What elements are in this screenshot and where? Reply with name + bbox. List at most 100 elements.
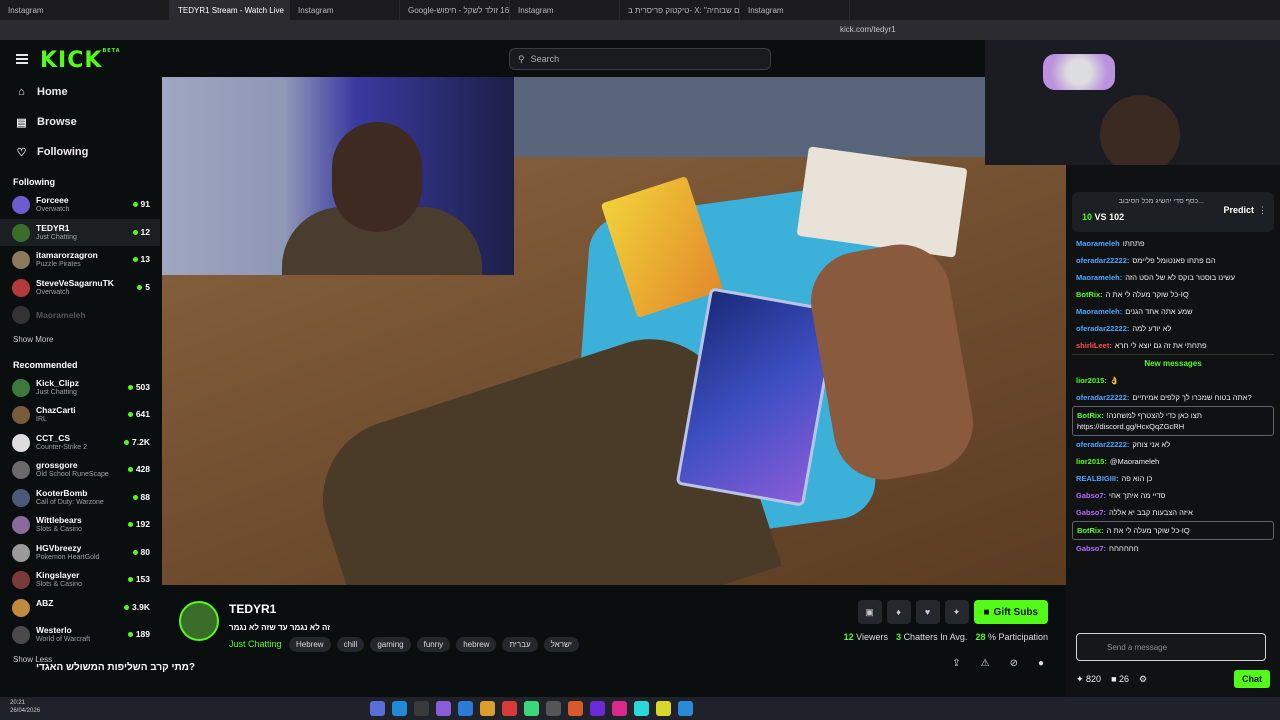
gift-subs-button[interactable]: ■ Gift Subs <box>973 600 1048 624</box>
recommended-channel[interactable]: Kingslayer Slots & Casino 153 <box>0 566 160 594</box>
browse-icon: ▤ <box>16 116 27 129</box>
app-icon[interactable] <box>370 701 385 716</box>
video-player[interactable] <box>162 77 1066 585</box>
recommended-channel[interactable]: Kick_Clipz Just Chatting 503 <box>0 374 160 402</box>
nav-following[interactable]: ♡ Following <box>0 137 160 167</box>
report-icon[interactable]: ⚠ <box>981 658 990 669</box>
os-taskbar: 20:21 26/04/2026 <box>0 697 1280 720</box>
user-icon[interactable]: ● <box>1038 658 1044 669</box>
app-icon[interactable] <box>634 701 649 716</box>
app-icon[interactable] <box>612 701 627 716</box>
avatar <box>12 251 30 269</box>
app-icon[interactable] <box>678 701 693 716</box>
bell-icon[interactable]: ♦ <box>886 600 911 624</box>
chat-message: Maorameleh: שמע אתה אחד הגנים <box>1076 307 1193 316</box>
following-channel[interactable]: itamarorzagron Puzzle Pirates 13 <box>0 246 160 274</box>
chat-messages: Maorameleh פתחתו oferadar22222: הם פתחו פא… <box>1072 235 1274 557</box>
browser-tab-active[interactable]: TEDYR1 Stream - Watch Live <box>170 0 290 20</box>
following-title: Following <box>13 177 55 187</box>
browser-tab[interactable]: Instagram <box>740 0 850 20</box>
tag[interactable]: ישראל <box>543 637 579 652</box>
app-icon[interactable] <box>458 701 473 716</box>
tag[interactable]: עברית <box>502 637 538 652</box>
following-channel[interactable]: SteveVeSagarnuTK Overwatch 5 <box>0 274 160 302</box>
tag[interactable]: gaming <box>370 637 411 652</box>
avatar <box>12 516 30 534</box>
tag[interactable]: funny <box>416 637 451 652</box>
following-channel-offline[interactable]: Maorameleh <box>0 301 160 329</box>
nav-browse[interactable]: ▤ Browse <box>0 107 160 137</box>
search-input[interactable]: ⚲ Search <box>509 48 771 70</box>
avatar <box>12 306 30 324</box>
avatar <box>12 543 30 562</box>
browser-tab-bar: Instagram TEDYR1 Stream - Watch Live Ins… <box>0 0 1280 20</box>
gift-counter[interactable]: ■ 26 <box>1111 674 1129 684</box>
recommended-channel[interactable]: HGVbreezy Pokemon HeartGold 80 <box>0 539 160 567</box>
chat-settings-icon[interactable]: ⚙ <box>1139 674 1147 685</box>
chat-panel: ...כסף סדי יהשיג מכל הסיבוב 10 VS 102 Pr… <box>1066 165 1280 697</box>
browser-tab[interactable]: טיקטוק פריסרית ב- X: "נודרים שבוחיה" <box>620 0 740 20</box>
app-icon[interactable] <box>480 701 495 716</box>
share-icon[interactable]: ⇪ <box>952 658 960 669</box>
recommended-channel[interactable]: Westerlo World of Warcraft 189 <box>0 621 160 649</box>
sparkle-icon[interactable]: ✦ <box>944 600 969 624</box>
tag[interactable]: hebrew <box>456 637 497 652</box>
browser-tab[interactable]: Instagram <box>0 0 170 20</box>
avatar <box>12 461 30 479</box>
app-icon[interactable] <box>590 701 605 716</box>
points-counter[interactable]: ✦ 820 <box>1076 674 1101 685</box>
chat-send-button[interactable]: Chat <box>1234 670 1270 688</box>
app-icon[interactable] <box>546 701 561 716</box>
clip-icon[interactable]: ▣ <box>857 600 882 624</box>
avatar <box>12 626 30 644</box>
kick-logo[interactable]: KICKBETA <box>40 48 121 73</box>
stream-category[interactable]: Just Chatting <box>229 639 282 649</box>
show-more-link[interactable]: Show More <box>0 329 160 350</box>
recommended-channel[interactable]: KooterBomb Call of Duty: Warzone 88 <box>0 484 160 512</box>
recommended-channel[interactable]: grossgore Old School RuneScape 428 <box>0 456 160 484</box>
browser-tab[interactable]: Instagram <box>290 0 400 20</box>
address-bar[interactable]: kick.com/tedyr1 <box>0 20 1280 40</box>
app-icon[interactable] <box>436 701 451 716</box>
app-icon[interactable] <box>568 701 583 716</box>
menu-icon[interactable] <box>16 54 28 64</box>
stream-info: TEDYR1 זה לא נגמר עד שזה לא נגמר Just Ch… <box>162 585 1066 697</box>
stream-actions: ▣ ♦ ♥ ✦ ■ Gift Subs <box>857 600 1048 624</box>
nav-home[interactable]: ⌂ Home <box>0 77 160 107</box>
heart-icon[interactable]: ♥ <box>915 600 940 624</box>
recommended-channel[interactable]: Wittlebears Slots & Casino 192 <box>0 511 160 539</box>
browser-tab[interactable]: Instagram <box>510 0 620 20</box>
tag[interactable]: chill <box>336 637 365 652</box>
streamer-name[interactable]: TEDYR1 <box>229 602 276 616</box>
predict-button[interactable]: Predict <box>1223 205 1254 215</box>
following-channel[interactable]: Forceee Overwatch 91 <box>0 191 160 219</box>
chat-input[interactable]: Send a message <box>1076 633 1266 661</box>
app-icon[interactable] <box>656 701 671 716</box>
chat-message: shirliLeet: פתחתי את זה גם יוצא לי חרא <box>1076 341 1207 350</box>
chat-message: oferadar22222: לא יודע למה <box>1076 324 1172 333</box>
taskbar-clock: 20:21 26/04/2026 <box>10 700 41 714</box>
chat-message: lior2015: @Maorameleh <box>1076 457 1160 466</box>
chat-message: Maorameleh פתחתו <box>1076 239 1145 248</box>
chat-message: Gabso7: סדיי מה איתך אחי <box>1076 491 1166 500</box>
app-icon[interactable] <box>414 701 429 716</box>
app-icon[interactable] <box>392 701 407 716</box>
webcam-person <box>1100 95 1180 165</box>
app-icon[interactable] <box>524 701 539 716</box>
following-channel[interactable]: TEDYR1 Just Chatting 12 <box>0 218 160 246</box>
tag[interactable]: Hebrew <box>289 637 331 652</box>
browser-tab[interactable]: Google-ב 160 זולד לשקל - חיפוש <box>400 0 510 20</box>
more-icon[interactable]: ⋮ <box>1258 205 1267 216</box>
recommended-channel[interactable]: ChazCarti IRL 641 <box>0 401 160 429</box>
streamer-avatar[interactable] <box>179 601 219 641</box>
avatar <box>12 571 30 589</box>
recommended-channel[interactable]: CCT_CS Counter-Strike 2 7.2K <box>0 429 160 457</box>
stream-title: זה לא נגמר עד שזה לא נגמר <box>229 623 331 632</box>
mute-icon[interactable]: ⊘ <box>1010 658 1018 669</box>
recommended-channel[interactable]: ABZ 3.9K <box>0 594 160 622</box>
avatar <box>12 278 30 297</box>
stream-bottom-icons: ⇪ ⚠ ⊘ ● <box>952 658 1044 669</box>
app-icon[interactable] <box>502 701 517 716</box>
site-header: KICKBETA ⚲ Search <box>0 40 985 77</box>
new-messages-divider[interactable]: New messages <box>1072 354 1274 372</box>
